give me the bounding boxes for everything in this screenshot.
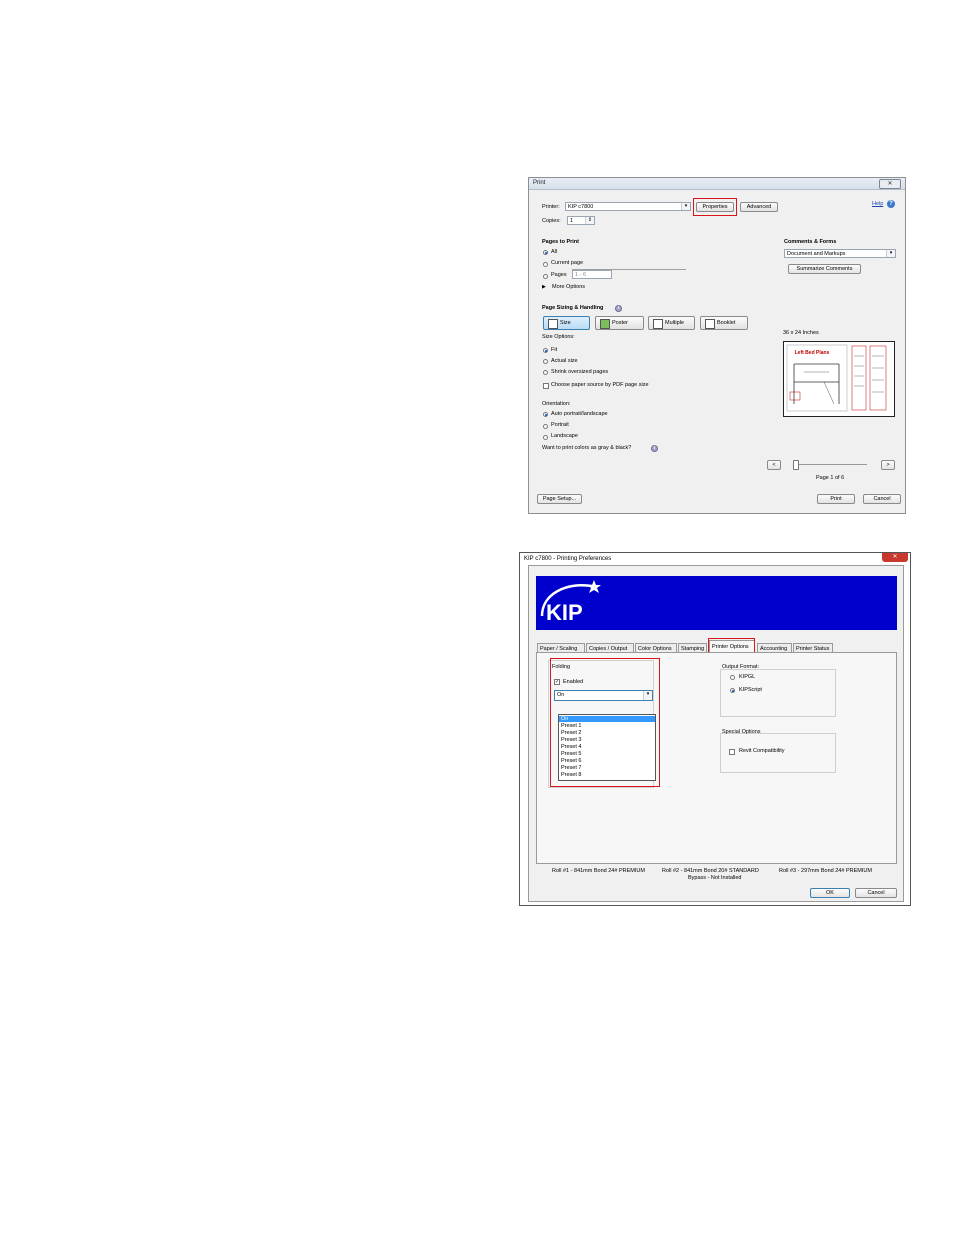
close-icon[interactable]: ✕ <box>882 553 908 562</box>
chevron-down-icon: ▾ <box>681 203 690 210</box>
radio-portrait[interactable] <box>543 424 548 429</box>
more-options-toggle[interactable]: More Options <box>552 284 585 290</box>
roll2-status: Roll #2 - 841mm Bond 20# STANDARD <box>662 868 759 874</box>
highlight-box <box>550 658 660 787</box>
roll3-status: Roll #3 - 297mm Bond 24# PREMIUM <box>779 868 872 874</box>
revit-checkbox[interactable] <box>729 749 735 755</box>
roll1-status: Roll #1 - 841mm Bond 24# PREMIUM <box>552 868 645 874</box>
radio-current-page[interactable] <box>543 262 548 267</box>
comments-forms-heading: Comments & Forms <box>784 239 837 245</box>
info-icon[interactable]: i <box>651 445 658 452</box>
radio-shrink[interactable] <box>543 370 548 375</box>
printer-value: KIP c7800 <box>568 204 594 210</box>
size-options-label: Size Options: <box>542 334 575 340</box>
kip-logo-text: KIP <box>546 600 583 625</box>
bypass-status: Bypass - Not Installed <box>688 875 742 881</box>
printer-select[interactable]: KIP c7800 ▾ <box>565 202 691 211</box>
spin-arrows-icon[interactable]: ⇕ <box>585 217 594 224</box>
help-icon[interactable]: ? <box>887 200 895 208</box>
preview-drawing: Left Bed Plans <box>786 344 887 412</box>
radio-pages-label: Pages <box>551 272 567 278</box>
booklet-icon <box>705 319 715 329</box>
page-preview: Left Bed Plans <box>783 341 895 417</box>
radio-landscape[interactable] <box>543 435 548 440</box>
prev-page-button[interactable]: < <box>767 460 781 470</box>
radio-actual-size-label: Actual size <box>551 358 578 364</box>
multiple-icon <box>653 319 663 329</box>
prefs-dialog-title: KIP c7800 - Printing Preferences <box>524 556 612 562</box>
cancel-button[interactable]: Cancel <box>863 494 901 504</box>
prefs-client-area: KIP Paper / Scaling Copies / Output Colo… <box>528 565 904 902</box>
highlight-box <box>693 198 737 216</box>
radio-kipgl-label: KIPGL <box>739 674 756 680</box>
prefs-cancel-button[interactable]: Cancel <box>855 888 897 898</box>
radio-auto[interactable] <box>543 412 548 417</box>
multiple-mode-button[interactable]: Multiple <box>648 316 695 330</box>
radio-fit[interactable] <box>543 348 548 353</box>
preview-size-label: 36 x 24 Inches <box>783 330 819 336</box>
radio-pages[interactable] <box>543 274 548 279</box>
radio-landscape-label: Landscape <box>551 433 578 439</box>
page-slider-handle[interactable] <box>793 460 799 470</box>
revit-label: Revit Compatibility <box>739 748 785 754</box>
info-icon[interactable]: i <box>615 305 622 312</box>
comments-forms-value: Document and Markups <box>787 251 846 257</box>
comments-forms-select[interactable]: Document and Markups ▾ <box>784 249 896 258</box>
next-page-button[interactable]: > <box>881 460 895 470</box>
radio-auto-label: Auto portrait/landscape <box>551 411 608 417</box>
pages-to-print-heading: Pages to Print <box>542 239 579 245</box>
multiple-mode-label: Multiple <box>665 320 684 326</box>
radio-kipgl[interactable] <box>730 675 735 680</box>
radio-all[interactable] <box>543 250 548 255</box>
radio-kipscript-label: KIPScript <box>739 687 762 693</box>
kip-logo: KIP <box>540 580 601 625</box>
printing-preferences-dialog: KIP c7800 - Printing Preferences ✕ KIP P… <box>519 552 911 906</box>
page-sizing-heading: Page Sizing & Handling <box>542 305 604 311</box>
page-indicator: Page 1 of 6 <box>816 475 845 481</box>
booklet-mode-label: Booklet <box>717 320 736 326</box>
poster-icon <box>600 319 610 329</box>
summarize-comments-button[interactable]: Summarize Comments <box>788 264 861 274</box>
output-format-group <box>720 669 836 717</box>
radio-all-label: All <box>551 249 558 255</box>
choose-source-label: Choose paper source by PDF page size <box>551 382 649 388</box>
size-icon <box>548 319 558 329</box>
print-dialog-title: Print <box>533 180 546 186</box>
radio-actual-size[interactable] <box>543 359 548 364</box>
ok-button[interactable]: OK <box>810 888 850 898</box>
copies-stepper[interactable]: 1 ⇕ <box>567 216 595 225</box>
size-mode-label: Size <box>560 320 571 326</box>
print-button[interactable]: Print <box>817 494 855 504</box>
close-icon[interactable]: ✕ <box>879 179 901 189</box>
output-format-label: Output Format: <box>722 664 759 670</box>
page-slider-track <box>795 464 867 465</box>
radio-kipscript[interactable] <box>730 688 735 693</box>
size-mode-button[interactable]: Size <box>543 316 590 330</box>
choose-source-checkbox[interactable] <box>543 383 549 389</box>
page-setup-button[interactable]: Page Setup... <box>537 494 582 504</box>
print-titlebar: Print ✕ <box>529 178 905 190</box>
radio-current-page-label: Current page <box>551 260 584 266</box>
gray-question: Want to print colors as gray & black? <box>542 445 632 451</box>
advanced-button[interactable]: Advanced <box>740 202 778 212</box>
chevron-down-icon: ▾ <box>886 250 895 257</box>
booklet-mode-button[interactable]: Booklet <box>700 316 748 330</box>
radio-portrait-label: Portrait <box>551 422 569 428</box>
poster-mode-button[interactable]: Poster <box>595 316 644 330</box>
triangle-right-icon[interactable]: ▶ <box>542 284 546 290</box>
printer-label: Printer: <box>542 204 560 210</box>
kip-banner: KIP <box>536 576 897 630</box>
radio-fit-label: Fit <box>551 347 558 353</box>
print-dialog: Print ✕ Printer: KIP c7800 ▾ Properties … <box>528 177 906 514</box>
special-options-label: Special Options <box>722 729 761 735</box>
preview-doc-title: Left Bed Plans <box>795 350 830 356</box>
poster-mode-label: Poster <box>612 320 628 326</box>
help-link[interactable]: Help <box>872 201 883 207</box>
orientation-label: Orientation: <box>542 401 571 407</box>
radio-shrink-label: Shrink oversized pages <box>551 369 609 375</box>
pages-range-input[interactable]: 1 - 6 <box>572 270 612 279</box>
copies-label: Copies: <box>542 218 561 224</box>
copies-value: 1 <box>570 218 574 224</box>
